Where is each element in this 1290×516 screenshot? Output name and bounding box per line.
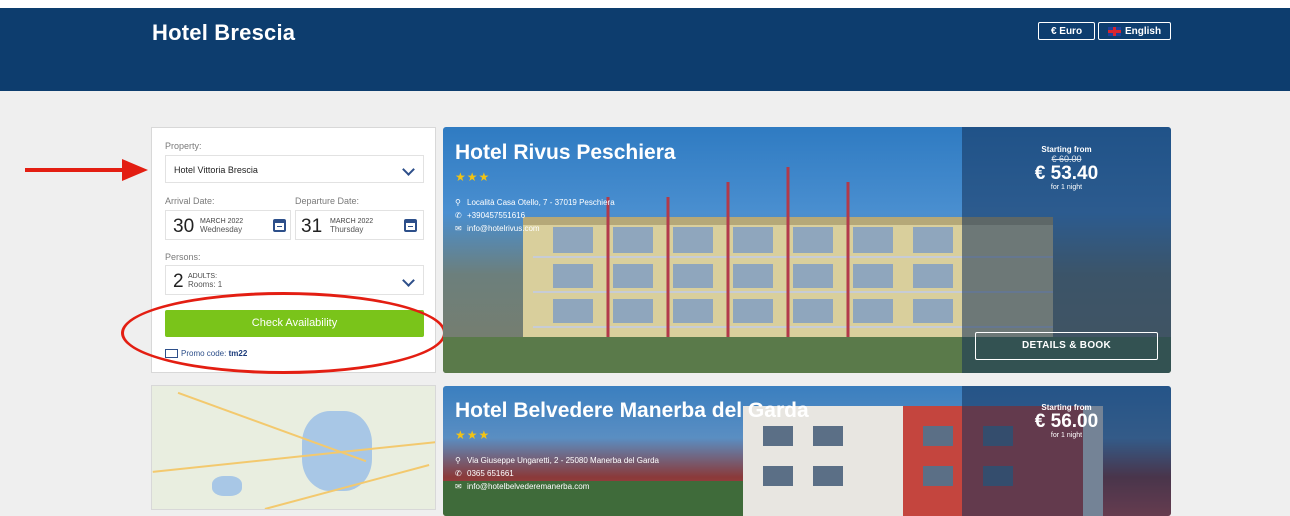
persons-label: Persons: xyxy=(165,252,201,262)
hotel-name[interactable]: Hotel Belvedere Manerba del Garda xyxy=(455,399,809,423)
departure-day: 31 xyxy=(301,216,323,237)
hotel-contact: ⚲ Località Casa Otello, 7 - 37019 Peschie… xyxy=(455,196,615,235)
currency-button[interactable]: € Euro xyxy=(1038,22,1095,40)
map[interactable] xyxy=(151,385,436,510)
annotation-ellipse xyxy=(121,292,446,374)
annotation-arrow-head-icon xyxy=(122,159,148,181)
details-book-button[interactable]: DETAILS & BOOK xyxy=(975,332,1158,360)
site-title[interactable]: Hotel Brescia xyxy=(152,20,295,46)
calendar-icon[interactable] xyxy=(273,219,286,232)
persons-count: 2 xyxy=(173,271,184,292)
current-price: € 56.00 xyxy=(1034,411,1099,432)
star-rating: ★★★ xyxy=(455,428,491,442)
arrival-weekday: Wednesday xyxy=(200,225,243,234)
annotation-arrow-line xyxy=(25,168,125,172)
hotel-email[interactable]: info@hotelrivus.com xyxy=(467,224,540,233)
phone-icon: ✆ xyxy=(455,211,462,220)
uk-flag-icon xyxy=(1107,26,1121,36)
price-box: Starting from € 60.00 € 53.40 for 1 nigh… xyxy=(962,145,1171,191)
departure-label: Departure Date: xyxy=(295,196,360,206)
property-label: Property: xyxy=(165,141,202,151)
map-road xyxy=(152,441,435,473)
price-box: Starting from € 56.00 for 1 night xyxy=(962,403,1171,439)
current-price: € 53.40 xyxy=(1034,163,1099,184)
top-header: Hotel Brescia € Euro English xyxy=(0,0,1290,91)
hotel-phone[interactable]: +390457551616 xyxy=(467,211,525,220)
hotel-card[interactable]: Hotel Belvedere Manerba del Garda ★★★ ⚲ V… xyxy=(443,386,1171,516)
location-pin-icon: ⚲ xyxy=(455,198,461,207)
star-rating: ★★★ xyxy=(455,170,491,184)
currency-label: € Euro xyxy=(1050,25,1083,37)
rooms-count: Rooms: 1 xyxy=(188,280,223,289)
arrival-day: 30 xyxy=(173,216,195,237)
location-pin-icon: ⚲ xyxy=(455,456,461,465)
property-select[interactable]: Hotel Vittoria Brescia xyxy=(165,155,424,183)
hotel-contact: ⚲ Via Giuseppe Ungaretti, 2 - 25080 Maner… xyxy=(455,454,659,493)
property-value: Hotel Vittoria Brescia xyxy=(174,165,258,175)
persons-select[interactable]: 2 ADULTS: Rooms: 1 xyxy=(165,265,424,295)
envelope-icon: ✉ xyxy=(455,482,462,491)
nights-label: for 1 night xyxy=(1050,184,1083,191)
chevron-down-icon xyxy=(402,163,415,176)
departure-weekday: Thursday xyxy=(330,225,364,234)
starting-from-label: Starting from xyxy=(1041,145,1092,154)
hotel-address: Via Giuseppe Ungaretti, 2 - 25080 Manerb… xyxy=(467,456,659,465)
nights-label: for 1 night xyxy=(1050,432,1083,439)
arrival-label: Arrival Date: xyxy=(165,196,215,206)
arrival-date-field[interactable]: 30 MARCH 2022 Wednesday xyxy=(165,210,291,240)
hotel-name[interactable]: Hotel Rivus Peschiera xyxy=(455,141,676,165)
hotel-phone[interactable]: 0365 651661 xyxy=(467,469,514,478)
calendar-icon[interactable] xyxy=(404,219,417,232)
map-lake xyxy=(212,476,242,496)
envelope-icon: ✉ xyxy=(455,224,462,233)
language-label: English xyxy=(1124,25,1162,37)
phone-icon: ✆ xyxy=(455,469,462,478)
chevron-down-icon xyxy=(402,274,415,287)
hotel-address: Località Casa Otello, 7 - 37019 Peschier… xyxy=(467,198,615,207)
departure-date-field[interactable]: 31 MARCH 2022 Thursday xyxy=(295,210,424,240)
language-button[interactable]: English xyxy=(1098,22,1171,40)
hotel-card[interactable]: Hotel Rivus Peschiera ★★★ ⚲ Località Casa… xyxy=(443,127,1171,373)
hotel-email[interactable]: info@hotelbelvederemanerba.com xyxy=(467,482,589,491)
